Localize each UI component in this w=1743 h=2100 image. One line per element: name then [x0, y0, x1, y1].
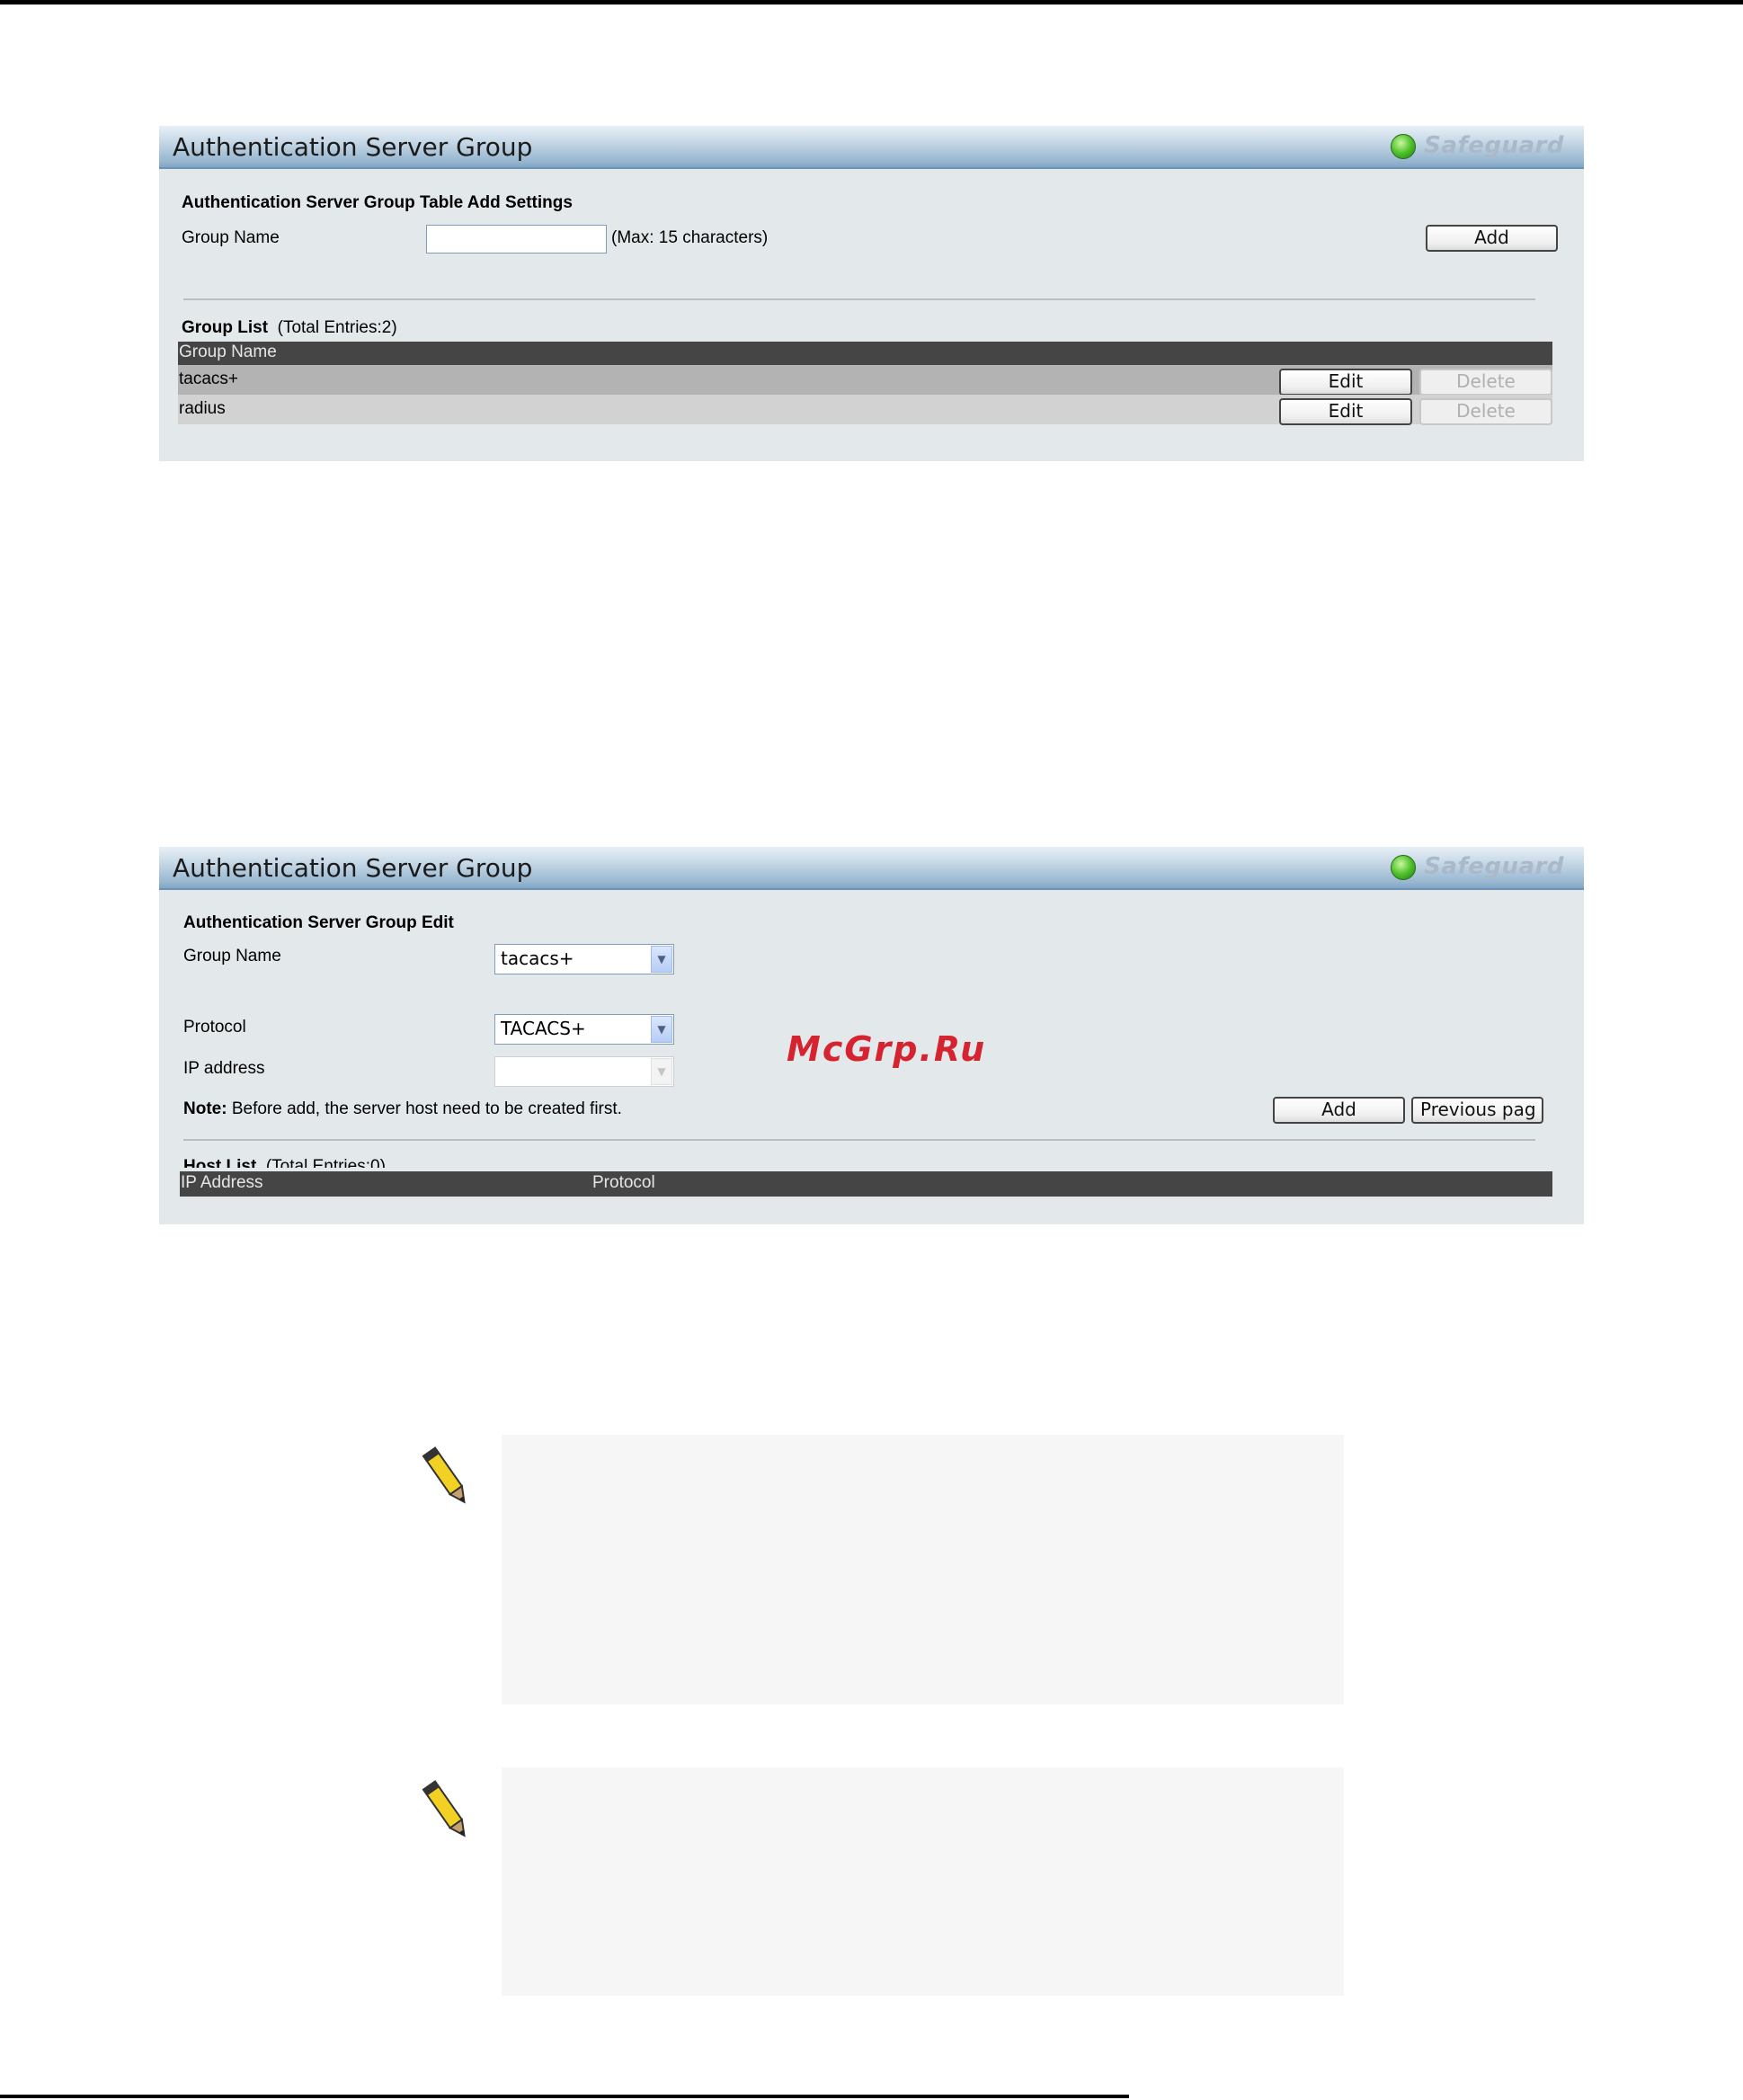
ip-address-label: IP address: [183, 1059, 265, 1078]
group-table-header: Group Name: [178, 342, 1552, 365]
note-label: Note:: [183, 1099, 227, 1118]
group-name-label: Group Name: [182, 228, 280, 247]
host-list-title: Host List: [183, 1157, 257, 1168]
edit-section-heading: Authentication Server Group Edit: [183, 913, 454, 932]
safeguard-label: Safeguard: [1424, 132, 1564, 159]
chevron-down-icon: ▼: [651, 1016, 672, 1043]
edit-button[interactable]: Edit: [1279, 398, 1412, 425]
delete-button[interactable]: Delete: [1419, 369, 1552, 396]
column-group-name: Group Name: [179, 343, 277, 361]
add-settings-heading: Authentication Server Group Table Add Se…: [182, 193, 573, 212]
table-row: radius Edit Delete: [178, 395, 1552, 425]
group-name-input[interactable]: [426, 225, 607, 254]
host-list-heading: Host List (Total Entries:0): [183, 1157, 543, 1168]
group-list-title: Group List: [182, 318, 269, 337]
panel-header: Authentication Server Group Safeguard: [159, 126, 1584, 169]
add-host-button[interactable]: Add: [1273, 1097, 1405, 1124]
group-name-cell: tacacs+: [179, 369, 239, 388]
chevron-down-icon: ▼: [651, 946, 672, 973]
note-box: [502, 1767, 1344, 1996]
delete-button[interactable]: Delete: [1419, 398, 1552, 425]
add-group-button[interactable]: Add: [1426, 225, 1558, 252]
group-name-label: Group Name: [183, 947, 281, 965]
host-list-count: (Total Entries:0): [265, 1157, 386, 1168]
note-box: [502, 1435, 1344, 1704]
protocol-label: Protocol: [183, 1018, 246, 1037]
panel-title: Authentication Server Group: [173, 853, 533, 883]
group-list-heading: Group List (Total Entries:2): [182, 318, 397, 338]
safeguard-label: Safeguard: [1424, 853, 1564, 880]
watermark: McGrp.Ru: [787, 1029, 987, 1069]
safeguard-status-icon: [1391, 134, 1416, 159]
pencil-icon: [422, 1780, 466, 1838]
ip-address-select[interactable]: ▼: [494, 1056, 674, 1087]
top-rule: [0, 0, 1743, 4]
previous-page-button[interactable]: Previous pag: [1411, 1097, 1543, 1124]
chevron-down-icon: ▼: [651, 1058, 672, 1085]
host-table-header: IP Address Protocol: [180, 1171, 1552, 1197]
column-ip-address: IP Address: [181, 1173, 263, 1192]
panel-title: Authentication Server Group: [173, 132, 533, 162]
note-text: Note: Before add, the server host need t…: [183, 1099, 622, 1119]
max-characters-hint: (Max: 15 characters): [611, 228, 769, 247]
group-name-cell: radius: [179, 399, 226, 418]
group-name-select[interactable]: tacacs+ ▼: [494, 944, 674, 974]
pencil-icon: [422, 1446, 466, 1504]
group-list-count: (Total Entries:2): [277, 318, 397, 337]
safeguard-status-icon: [1391, 855, 1416, 880]
bottom-rule: [0, 2095, 1129, 2098]
note-message: Before add, the server host need to be c…: [231, 1099, 622, 1118]
group-name-select-value: tacacs+: [501, 948, 574, 969]
protocol-select[interactable]: TACACS+ ▼: [494, 1014, 674, 1045]
panel-header: Authentication Server Group Safeguard: [159, 847, 1584, 890]
column-protocol: Protocol: [592, 1173, 655, 1192]
edit-button[interactable]: Edit: [1279, 369, 1412, 396]
section-divider: [183, 1139, 1535, 1141]
group-add-panel: Authentication Server Group Safeguard Au…: [159, 126, 1584, 461]
protocol-select-value: TACACS+: [501, 1018, 586, 1039]
section-divider: [183, 298, 1535, 300]
table-row: tacacs+ Edit Delete: [178, 365, 1552, 396]
